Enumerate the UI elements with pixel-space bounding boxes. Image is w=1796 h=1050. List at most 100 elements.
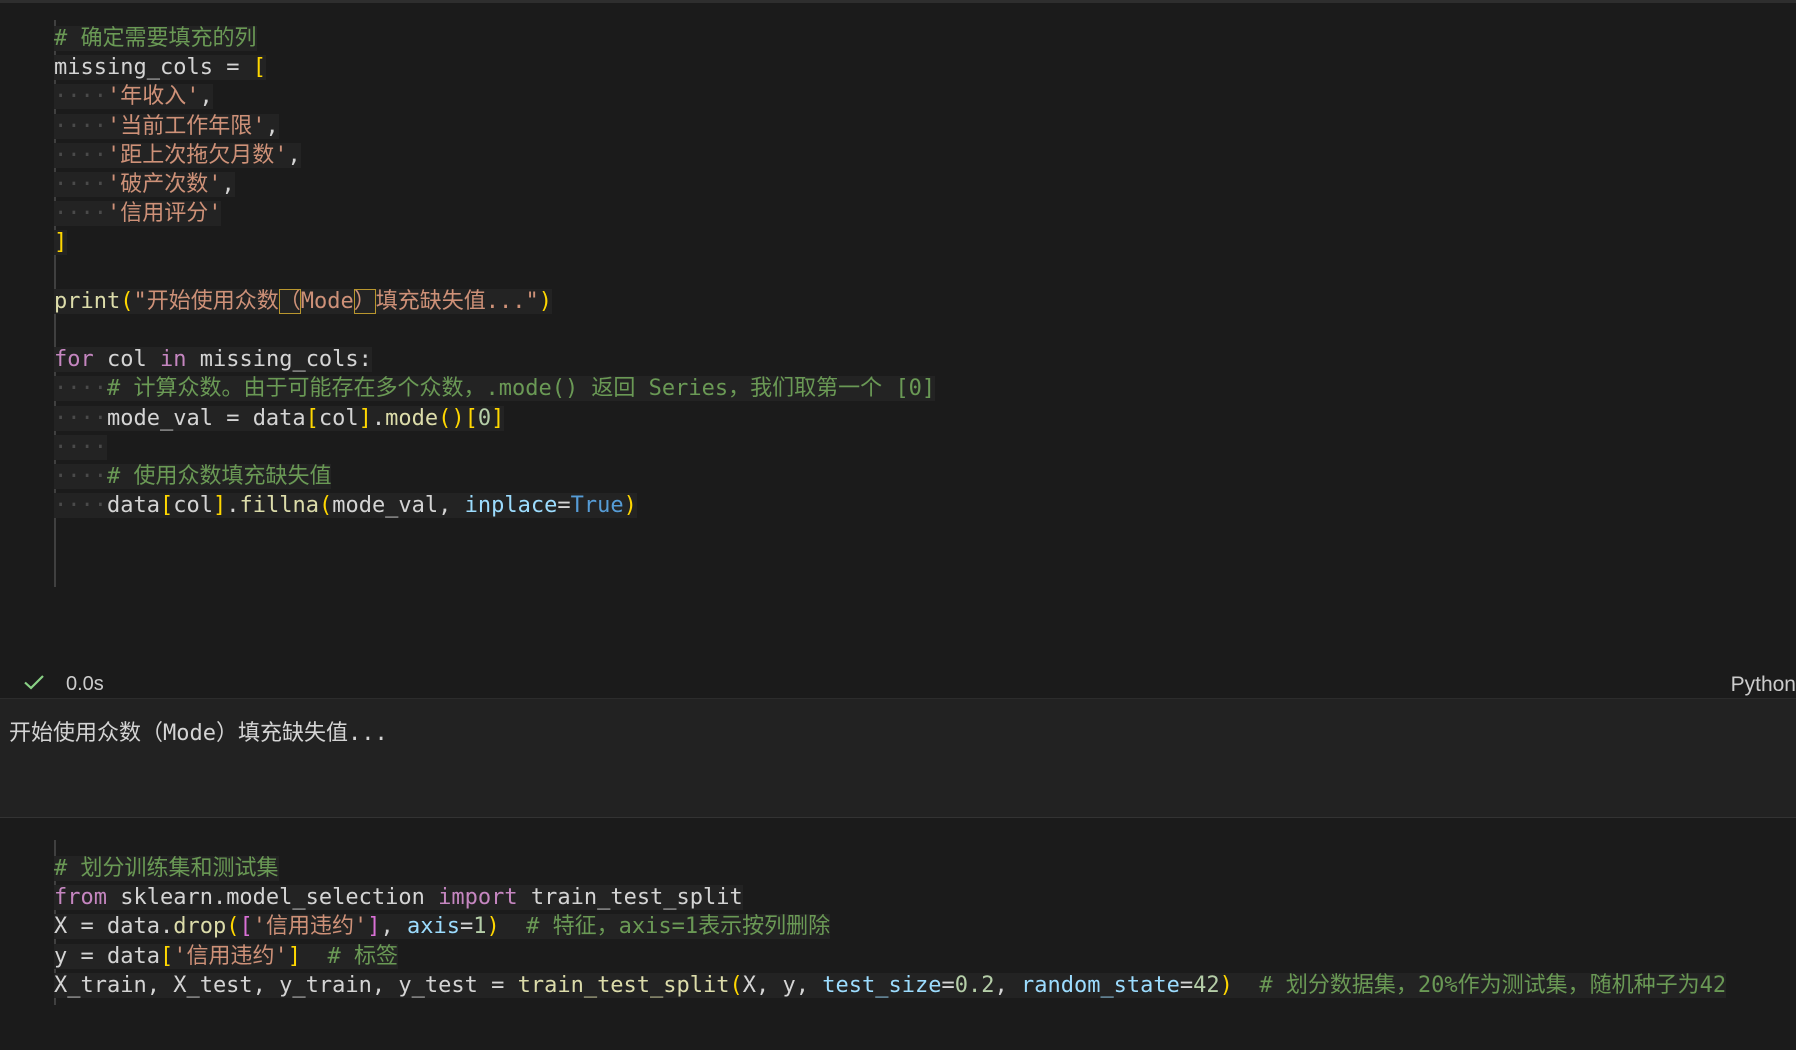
code-token: missing_cols xyxy=(54,55,213,81)
code-token: '年收入' xyxy=(106,84,200,110)
code-token: . xyxy=(371,405,386,431)
code-token: print xyxy=(54,288,121,314)
code-token: ···· xyxy=(54,201,107,227)
code-token: ] xyxy=(358,405,372,431)
code-token: （ xyxy=(278,288,301,314)
code-token: ···· xyxy=(54,405,107,431)
code-line[interactable]: missing_cols = [ xyxy=(54,51,266,84)
code-token: ···· xyxy=(54,113,107,139)
code-token: # 划分数据集，20%作为测试集，随机种子为42 xyxy=(1232,972,1727,998)
code-token: import xyxy=(438,885,518,911)
code-line[interactable]: ] xyxy=(54,226,68,259)
code-token: () xyxy=(438,405,465,431)
code-token: # 使用众数填充缺失值 xyxy=(106,464,332,489)
code-line[interactable]: X = data.drop(['信用违约'], axis=1) # 特征，axi… xyxy=(54,910,831,943)
code-line[interactable]: from sklearn.model_selection import trai… xyxy=(54,881,743,914)
code-token: = data xyxy=(212,405,306,431)
code-line[interactable]: for col in missing_cols: xyxy=(54,343,372,376)
code-token: , xyxy=(199,84,213,110)
kernel-language[interactable]: Python xyxy=(1731,673,1796,697)
code-token: = xyxy=(212,55,253,81)
code-token: drop xyxy=(173,914,227,940)
code-line[interactable]: ···· xyxy=(54,431,107,464)
code-token: X, y, xyxy=(742,972,823,998)
code-token: # 特征，axis=1表示按列删除 xyxy=(499,914,831,940)
code-line[interactable]: ····# 计算众数。由于可能存在多个众数，.mode() 返回 Series，… xyxy=(54,372,936,405)
code-token: ） xyxy=(353,288,376,314)
code-token: train_test_split xyxy=(517,885,743,911)
code-token: col xyxy=(318,405,359,431)
code-token: , xyxy=(994,972,1021,998)
code-token: in xyxy=(159,347,187,373)
code-token: ( xyxy=(120,288,134,314)
code-token: # 标签 xyxy=(300,943,398,969)
code-line[interactable]: # 确定需要填充的列 xyxy=(54,22,257,55)
code-cell-2[interactable]: # 划分训练集和测试集 from sklearn.model_selection … xyxy=(0,840,1796,1050)
code-token: # 划分训练集和测试集 xyxy=(54,856,279,881)
code-token: True xyxy=(570,493,624,519)
code-token: ···· xyxy=(54,464,107,489)
cell-output: 开始使用众数（Mode）填充缺失值... xyxy=(0,698,1796,818)
code-token: ] xyxy=(54,230,68,256)
code-token: ···· xyxy=(54,172,107,197)
code-line[interactable]: ····'破产次数', xyxy=(54,168,235,201)
code-token: X = data. xyxy=(54,914,174,940)
code-token: ) xyxy=(623,493,637,519)
code-token: , xyxy=(221,172,235,197)
code-line[interactable]: ····'年收入', xyxy=(54,80,213,113)
code-line[interactable]: print("开始使用众数（Mode）填充缺失值...") xyxy=(54,285,552,318)
code-line[interactable]: X_train, X_test, y_train, y_test = train… xyxy=(54,969,1727,1002)
code-token: train_test_split xyxy=(517,972,730,998)
code-line[interactable]: ····mode_val = data[col].mode()[0] xyxy=(54,402,505,435)
code-line[interactable]: # 划分训练集和测试集 xyxy=(54,852,279,885)
code-line[interactable]: ····'信用评分' xyxy=(54,197,222,230)
check-icon xyxy=(24,675,44,690)
code-token: '破产次数' xyxy=(106,172,222,197)
code-line[interactable]: ····data[col].fillna(mode_val, inplace=T… xyxy=(54,489,637,522)
code-token: y = data xyxy=(54,943,160,969)
code-token: Mode xyxy=(300,288,354,314)
code-token: col xyxy=(93,347,160,373)
code-token: ) xyxy=(538,288,552,314)
code-token: ···· xyxy=(54,493,107,519)
code-token: for xyxy=(54,347,94,373)
code-token: ] xyxy=(212,493,227,519)
code-line[interactable]: y = data['信用违约'] # 标签 xyxy=(54,940,398,973)
code-token: = xyxy=(941,972,955,998)
code-token: [ xyxy=(239,914,253,940)
code-token: mode_val xyxy=(106,405,213,431)
code-token: 填充缺失值..." xyxy=(375,288,539,314)
code-token: data xyxy=(106,493,160,519)
code-token: '信用评分' xyxy=(106,201,222,227)
code-token: ) xyxy=(1219,972,1233,998)
code-token: col xyxy=(173,493,213,519)
code-token: 42 xyxy=(1193,972,1220,998)
code-token: "开始使用众数 xyxy=(133,288,279,314)
code-token: ···· xyxy=(54,434,107,460)
code-line[interactable]: ····'距上次拖欠月数', xyxy=(54,139,301,172)
code-token: inplace xyxy=(464,493,558,519)
code-token: axis xyxy=(406,914,460,940)
code-token: X_train, X_test, y_train, y_test = xyxy=(54,972,518,998)
code-token: [ xyxy=(159,493,174,519)
code-token: [ xyxy=(305,405,319,431)
code-cell-1[interactable]: # 确定需要填充的列 missing_cols = [····'年收入', ····… xyxy=(0,0,1796,620)
code-token: ) xyxy=(486,914,500,940)
code-token: = xyxy=(557,493,571,519)
code-token: '距上次拖欠月数' xyxy=(106,142,288,168)
code-token: '当前工作年限' xyxy=(106,113,266,139)
execution-time: 0.0s xyxy=(66,673,104,695)
code-token: [ xyxy=(159,943,174,969)
code-token: = xyxy=(459,914,474,940)
code-token: ( xyxy=(729,972,743,998)
code-token: missing_cols: xyxy=(186,347,372,373)
code-line[interactable]: ····# 使用众数填充缺失值 xyxy=(54,460,332,493)
code-token: 0.2 xyxy=(954,972,995,998)
code-token: ···· xyxy=(54,84,107,110)
code-token: from xyxy=(54,885,107,911)
code-token: ] xyxy=(287,943,301,969)
code-token: ···· xyxy=(54,142,107,168)
output-text: 开始使用众数（Mode）填充缺失值... xyxy=(9,721,388,746)
code-line[interactable]: ····'当前工作年限', xyxy=(54,110,279,143)
code-token: # 计算众数。由于可能存在多个众数，.mode() 返回 Series，我们取第… xyxy=(106,376,936,402)
